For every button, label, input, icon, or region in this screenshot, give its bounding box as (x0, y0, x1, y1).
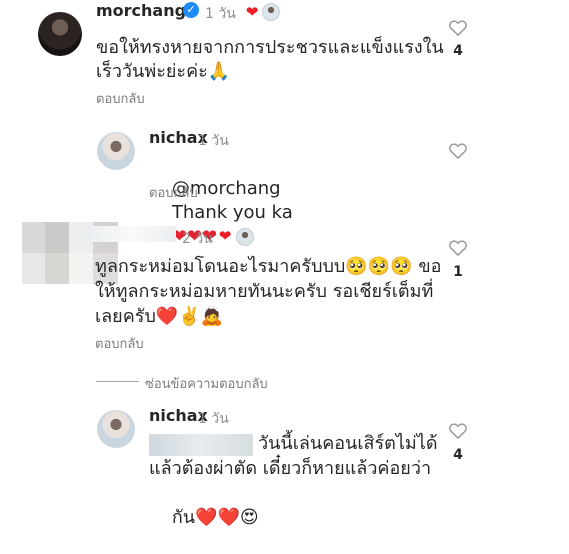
hide-replies-button[interactable]: ซ่อนข้อความตอบกลับ (145, 373, 268, 394)
reply-button[interactable]: ตอบกลับ (95, 333, 144, 354)
emoji-sequence: ❤️❤️😍 (195, 507, 259, 528)
like-outline-icon[interactable] (448, 18, 468, 38)
comment-text-line-2: เร็ววันพ่ะย่ะค่ะ🙏 (96, 61, 231, 82)
avatar[interactable] (97, 410, 135, 448)
comment-text-line-2: แล้วต้องผ่าตัด เดี๋ยวก็หายแล้วค่อยว่า (149, 458, 432, 479)
mini-avatar[interactable] (236, 228, 254, 246)
comment-text-line-3: กัน❤️❤️😍 (149, 482, 259, 554)
timestamp: 2 วัน (182, 231, 213, 247)
comment-text-line-1: ทูลกระหม่อมโดนอะไรมาครับบบ🥺🥺🥺 ขอ (95, 256, 442, 277)
like-count: 1 (453, 264, 463, 280)
comment-text-line-1: วันนี้เล่นคอนเสิร์ตไม่ได้ (258, 433, 438, 454)
reply-button[interactable]: ตอบกลับ (96, 88, 145, 109)
comment-text-end: กัน (171, 507, 196, 528)
blurred-mention (149, 434, 253, 456)
like-outline-icon[interactable] (448, 238, 468, 258)
like-count: 4 (453, 447, 463, 463)
comment-text-line-1: ขอให้ทรงหายจากการประชวรและแข็งแรงใน (96, 37, 444, 58)
reply-button[interactable]: ตอบกลับ (149, 182, 198, 203)
comment-text-line-3: เลยครับ❤️✌️🙇 (95, 306, 224, 327)
avatar[interactable] (97, 132, 135, 170)
timestamp: 1 วัน (205, 6, 236, 22)
heart-icon: ❤ (218, 226, 232, 245)
avatar[interactable] (38, 12, 82, 56)
timestamp: 1 วัน (198, 133, 229, 149)
username[interactable]: morchang (96, 1, 186, 20)
comment-message: Thank you ka (171, 202, 293, 223)
like-outline-icon[interactable] (448, 421, 468, 441)
comment-text-line-2: ให้ทูลกระหม่อมหายทันนะครับ รอเชียร์เต็มท… (95, 281, 434, 302)
mini-avatar[interactable] (262, 3, 280, 21)
blurred-username (88, 226, 176, 242)
like-outline-icon[interactable] (448, 141, 468, 161)
verified-badge-icon: ✓ (183, 2, 199, 18)
heart-icon: ❤ (245, 2, 259, 21)
timestamp: 1 วัน (198, 411, 229, 427)
replies-divider (96, 381, 139, 382)
like-count: 4 (453, 43, 463, 59)
